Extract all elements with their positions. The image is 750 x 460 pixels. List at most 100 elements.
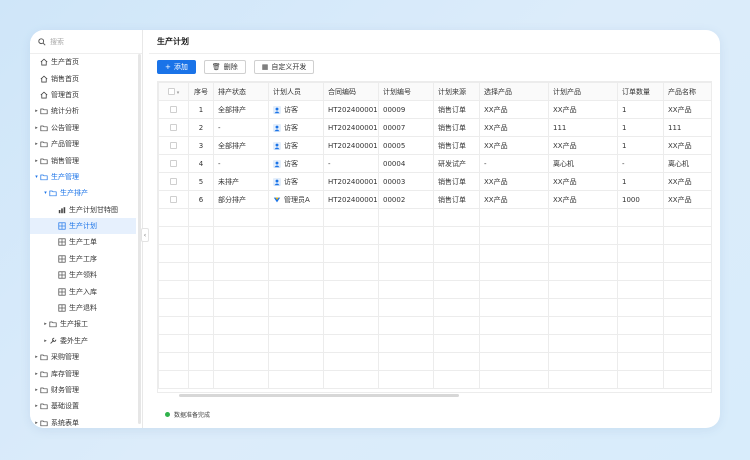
search-box[interactable]: 搜索	[30, 30, 142, 54]
table-cell: XX产品	[548, 172, 618, 191]
sidebar-item[interactable]: 管理首页	[30, 87, 136, 103]
sidebar-item[interactable]: ▾ 生产排产	[30, 185, 136, 201]
sidebar-item-label: 采购管理	[51, 353, 79, 362]
table-cell: 管理员A	[268, 190, 324, 209]
column-header[interactable]: 订单数量	[617, 82, 664, 101]
delete-button-label: 删除	[223, 63, 238, 71]
row-checkbox[interactable]	[158, 118, 189, 137]
column-header[interactable]: 选择产品	[479, 82, 549, 101]
sidebar-item-label: 生产计划甘特图	[69, 205, 118, 214]
admin-avatar-icon	[273, 196, 281, 204]
table-cell: 2	[188, 118, 214, 137]
chevron-right-icon[interactable]: ▸	[33, 403, 40, 409]
sidebar-item[interactable]: ▸ 生产报工	[30, 316, 136, 332]
sidebar-item[interactable]: ▸ 委外生产	[30, 333, 136, 349]
sidebar-item[interactable]: 销售首页	[30, 70, 136, 86]
chevron-right-icon[interactable]: ▸	[33, 141, 40, 147]
table-row[interactable]: 2- 访客 HT202400001 00007 销售订单 XX产品 111 1 111	[158, 118, 711, 137]
column-header[interactable]: 合同编码	[323, 82, 379, 101]
chevron-right-icon[interactable]: ▸	[33, 354, 40, 360]
column-header[interactable]: 序号	[188, 82, 214, 101]
custom-dev-button[interactable]: ▦ 自定义开发	[253, 60, 315, 74]
sidebar-item[interactable]: ▸ 基础设置	[30, 398, 136, 414]
table-cell: XX产品	[663, 172, 711, 191]
sidebar-item[interactable]: ▸ 系统表单	[30, 415, 136, 428]
chevron-right-icon[interactable]: ▸	[33, 158, 40, 164]
folder-icon	[40, 173, 48, 181]
column-header[interactable]: 产品名称	[663, 82, 711, 101]
sidebar-item-label: 生产工序	[69, 254, 97, 263]
form-icon	[58, 304, 66, 312]
sidebar-item-label: 生产入库	[69, 287, 97, 296]
grid-icon: ▦	[261, 63, 269, 71]
table-row[interactable]: 6 部分排产 管理员A HT202400001 00002 销售订单 XX产品 XX产品 100…	[158, 190, 711, 209]
sidebar-item[interactable]: 生产计划甘特图	[30, 202, 136, 218]
search-input[interactable]: 搜索	[50, 37, 64, 47]
add-button[interactable]: + 添加	[157, 60, 196, 74]
table-row[interactable]: 3 全部排产 访客 HT202400001 00005 销售订单 XX产品 XX产品 1 XX产品	[158, 136, 711, 155]
row-checkbox[interactable]	[158, 172, 189, 191]
form-icon	[58, 288, 66, 296]
row-checkbox[interactable]	[158, 136, 189, 155]
folder-icon	[40, 157, 48, 165]
column-header[interactable]: 排产状态	[213, 82, 269, 101]
table-row[interactable]: 4- 访客 -00004 研发试产 - 离心机 - 离心机	[158, 154, 711, 173]
sidebar-item[interactable]: 生产入库	[30, 283, 136, 299]
sidebar-item[interactable]: ▸ 采购管理	[30, 349, 136, 365]
sidebar-item[interactable]: 生产领料	[30, 267, 136, 283]
sidebar-item[interactable]: ▸ 公告管理	[30, 120, 136, 136]
select-all-checkbox[interactable]: ▾	[158, 82, 189, 101]
sidebar-item[interactable]: 生产工序	[30, 251, 136, 267]
sidebar-item[interactable]: ▾ 生产管理	[30, 169, 136, 185]
chevron-down-icon[interactable]: ▾	[33, 174, 40, 180]
user-avatar-icon	[273, 141, 281, 150]
sidebar-item[interactable]: ▸ 财务管理	[30, 382, 136, 398]
row-checkbox[interactable]	[158, 154, 189, 173]
sidebar-item[interactable]: 生产退料	[30, 300, 136, 316]
status-bar: 数据准备完成	[165, 410, 210, 419]
sidebar-item-label: 生产管理	[51, 172, 79, 181]
person-name: 访客	[284, 105, 298, 114]
table-cell: 111	[548, 118, 618, 137]
table-cell: 研发试产	[433, 154, 480, 173]
sidebar-item[interactable]: ▸ 销售管理	[30, 152, 136, 168]
chevron-right-icon[interactable]: ▸	[33, 420, 40, 426]
sidebar-item[interactable]: ▸ 库存管理	[30, 365, 136, 381]
chevron-right-icon[interactable]: ▸	[33, 108, 40, 114]
form-icon	[58, 255, 66, 263]
sidebar-item[interactable]: 生产首页	[30, 54, 136, 70]
sidebar-item[interactable]: 生产计划	[30, 217, 136, 235]
sidebar-item[interactable]: ▸ 统计分析	[30, 103, 136, 119]
chevron-down-icon[interactable]: ▾	[42, 190, 49, 196]
form-icon	[58, 222, 66, 230]
horizontal-scrollbar[interactable]	[179, 394, 459, 397]
collapse-sidebar-button[interactable]: ‹	[141, 228, 149, 242]
column-header[interactable]: 计划人员	[268, 82, 324, 101]
empty-row	[158, 280, 711, 299]
empty-row	[158, 370, 711, 389]
trash-icon: 🗑	[211, 63, 221, 71]
sidebar-item[interactable]: 生产工单	[30, 234, 136, 250]
row-checkbox[interactable]	[158, 100, 189, 119]
table-row[interactable]: 5 未排产 访客 HT202400001 00003 销售订单 XX产品 XX产品 1 XX产品	[158, 172, 711, 191]
chevron-right-icon[interactable]: ▸	[42, 321, 49, 327]
sidebar-item-label: 销售管理	[51, 156, 79, 165]
row-checkbox[interactable]	[158, 190, 189, 209]
sidebar-item-label: 基础设置	[51, 402, 79, 411]
delete-button[interactable]: 🗑 删除	[203, 60, 246, 74]
column-header[interactable]: 计划产品	[548, 82, 618, 101]
table-row[interactable]: 1 全部排产 访客 HT202400001 00009 销售订单 XX产品 XX产品 1 XX产品	[158, 100, 711, 119]
folder-icon	[40, 370, 48, 378]
table-cell: 1	[617, 118, 664, 137]
sidebar-item[interactable]: ▸ 产品管理	[30, 136, 136, 152]
chevron-right-icon[interactable]: ▸	[33, 371, 40, 377]
person-name: 访客	[284, 123, 298, 132]
table-cell: XX产品	[663, 190, 711, 209]
column-header[interactable]: 计划编号	[378, 82, 434, 101]
folder-icon	[40, 140, 48, 148]
chevron-right-icon[interactable]: ▸	[33, 125, 40, 131]
chevron-right-icon[interactable]: ▸	[33, 387, 40, 393]
column-header[interactable]: 计划来源	[433, 82, 480, 101]
table-cell: XX产品	[548, 190, 618, 209]
chevron-right-icon[interactable]: ▸	[42, 338, 49, 344]
